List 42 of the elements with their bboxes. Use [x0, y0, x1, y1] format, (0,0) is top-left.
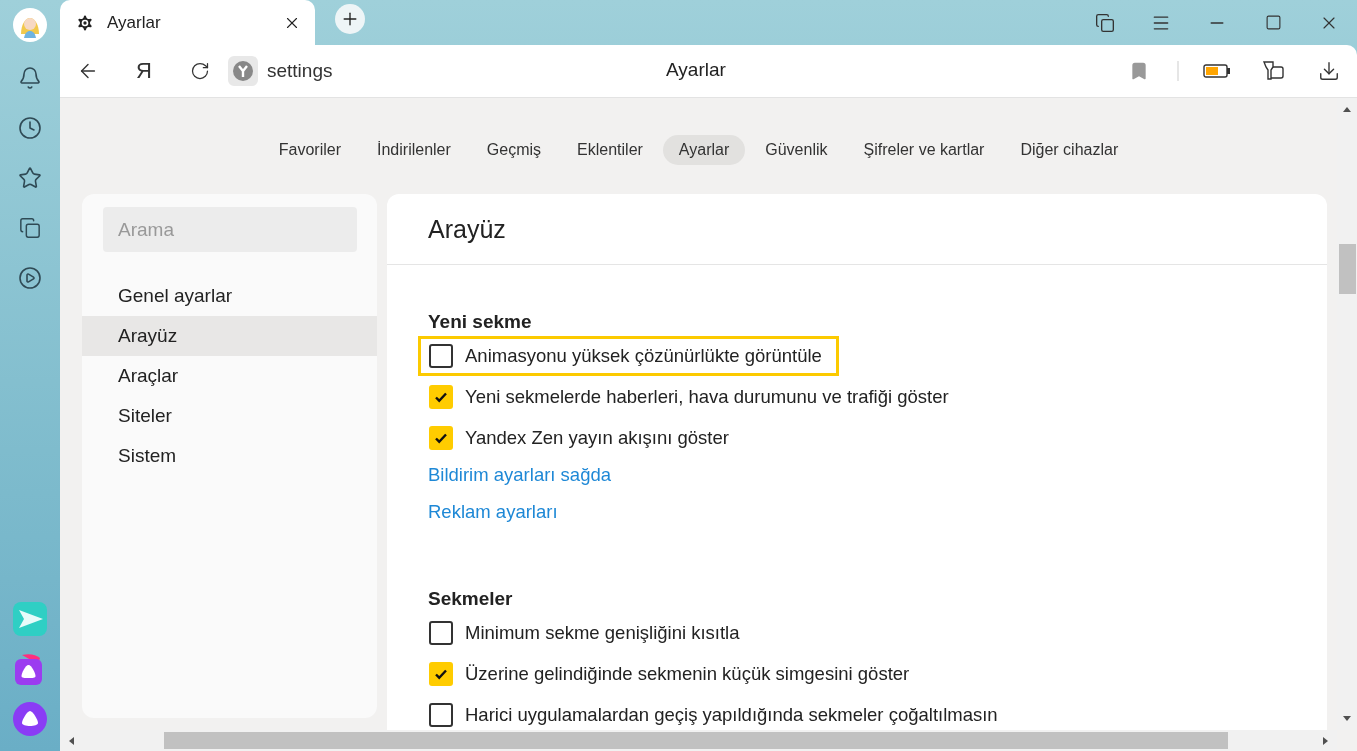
checkbox[interactable]: [429, 344, 453, 368]
settings-link[interactable]: Bildirim ayarları sağda: [428, 464, 611, 486]
section-title: Arayüz: [428, 214, 506, 244]
nav-tab[interactable]: Diğer cihazlar: [1004, 135, 1135, 165]
checkbox-label: Üzerine gelindiğinde sekmenin küçük simgesini göster: [465, 663, 910, 685]
checkbox-label: Minimum sekme genişliğini kısıtla: [465, 622, 740, 644]
checkbox-label: Yandex Zen yayın akışını göster: [465, 427, 729, 449]
scrollbar-thumb[interactable]: [1338, 244, 1356, 294]
new-tab-button[interactable]: [335, 3, 365, 34]
nav-tab[interactable]: Favoriler: [262, 135, 357, 165]
assistant-icon[interactable]: [12, 701, 48, 737]
nav-tab[interactable]: Eklentiler: [561, 135, 659, 165]
search-field[interactable]: Arama: [103, 207, 357, 252]
page-title: Ayarlar: [666, 59, 726, 81]
checkbox-label: Animasyonu yüksek çözünürlükte görüntüle: [465, 345, 822, 367]
browser-tab[interactable]: Ayarlar: [60, 0, 315, 45]
group-title: Sekmeler: [428, 588, 514, 610]
sidebar-item[interactable]: Genel ayarlar: [82, 276, 377, 316]
settings-link[interactable]: Reklam ayarları: [428, 501, 558, 523]
home-button[interactable]: Я: [116, 51, 172, 91]
address-field[interactable]: settings: [267, 60, 333, 82]
checkbox[interactable]: [429, 621, 453, 645]
nav-tab[interactable]: Güvenlik: [749, 135, 844, 165]
nav-tab[interactable]: Ayarlar: [662, 135, 746, 165]
checkbox[interactable]: [429, 426, 453, 450]
gear-icon: [75, 12, 95, 33]
checkbox[interactable]: [429, 703, 453, 727]
checkbox-label: Harici uygulamalardan geçiş yapıldığında sekmeler çoğaltılmasın: [465, 704, 998, 726]
checkbox[interactable]: [429, 662, 453, 686]
checkbox-label: Yeni sekmelerde haberleri, hava durumunu ve trafiği göster: [465, 386, 949, 408]
sidebar-item[interactable]: Arayüz: [82, 316, 377, 356]
nav-tab[interactable]: Geçmiş: [470, 135, 558, 165]
scrollbar-thumb[interactable]: [164, 732, 1228, 749]
site-badge-icon[interactable]: [228, 56, 258, 86]
checkbox[interactable]: [429, 385, 453, 409]
sidebar-item[interactable]: Sistem: [82, 436, 377, 476]
nav-tab[interactable]: İndirilenler: [361, 135, 467, 165]
sidebar-item[interactable]: Siteler: [82, 396, 377, 436]
group-title: Yeni sekme: [428, 311, 533, 333]
sidebar-item[interactable]: Araçlar: [82, 356, 377, 396]
tab-title: Ayarlar: [107, 12, 162, 33]
nav-tab[interactable]: Şifreler ve kartlar: [847, 135, 1001, 165]
